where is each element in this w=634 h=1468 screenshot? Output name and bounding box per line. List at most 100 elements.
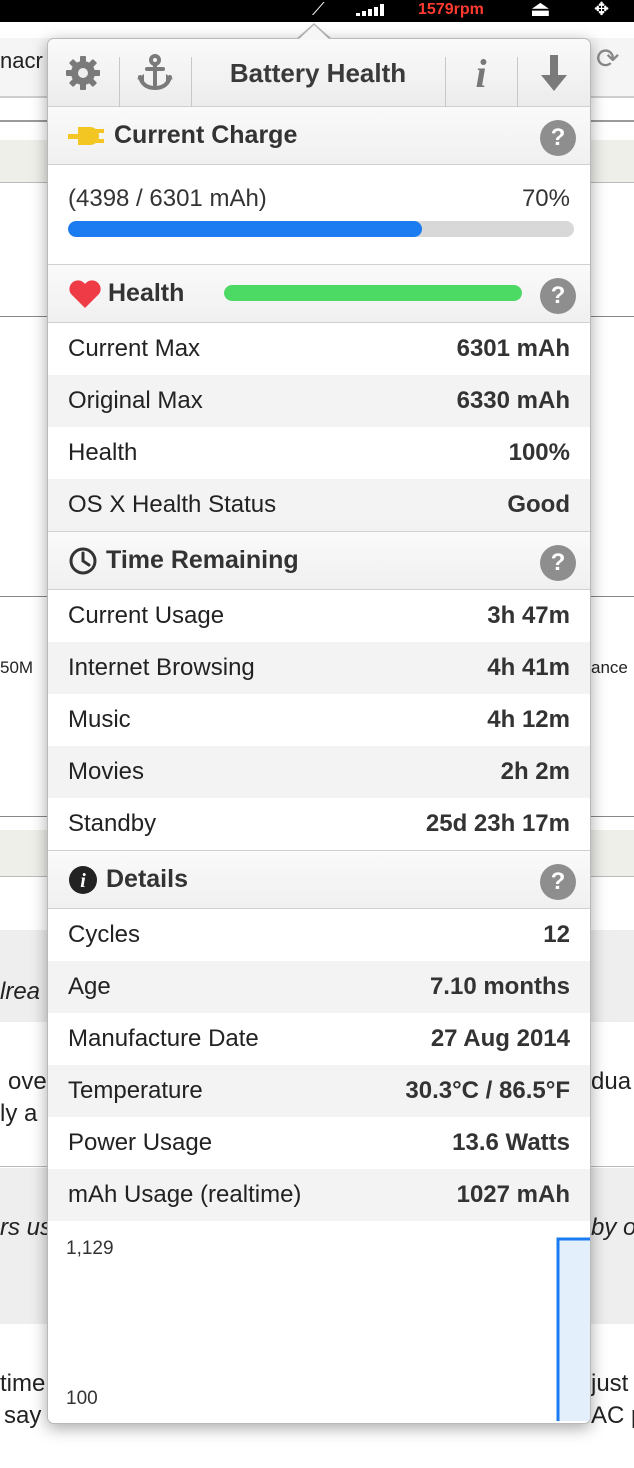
time-row-movies: Movies 2h 2m	[48, 746, 590, 798]
download-arrow-icon	[541, 55, 567, 91]
background-text-fragment: time	[0, 1370, 46, 1397]
menu-bar: ⟋ 1579rpm ⏏ ✥	[0, 0, 634, 22]
row-value: 3h 47m	[487, 602, 570, 629]
power-plug-icon	[68, 126, 104, 145]
charge-progress-bar	[68, 221, 574, 237]
section-title: Time Remaining	[106, 546, 299, 574]
row-label: Original Max	[68, 387, 203, 414]
background-text-fragment: ove	[8, 1068, 47, 1095]
row-label: Current Usage	[68, 602, 225, 629]
row-value: 30.3°C / 86.5°F	[405, 1077, 570, 1104]
row-label: Standby	[68, 810, 157, 837]
clock-icon	[69, 547, 97, 574]
row-value: 4h 41m	[487, 654, 570, 681]
menu-extra-icon-2[interactable]: ✥	[594, 0, 609, 18]
row-value: 25d 23h 17m	[425, 810, 570, 837]
time-remaining-rows: Current Usage 3h 47m Internet Browsing 4…	[48, 590, 590, 851]
help-button[interactable]: ?	[540, 864, 576, 900]
battery-health-popover: Battery Health i Current Charge ? (4398 …	[47, 38, 591, 1424]
row-value: 4h 12m	[487, 706, 570, 733]
menu-extra-icon[interactable]: ⟋	[312, 0, 325, 18]
chart-y-max-label: 1,129	[66, 1238, 114, 1259]
fan-rpm-readout[interactable]: 1579rpm	[418, 0, 484, 20]
row-value: 6301 mAh	[456, 335, 570, 362]
row-value: 13.6 Watts	[452, 1129, 570, 1156]
background-text-fragment: by o	[591, 1214, 634, 1241]
current-charge-header: Current Charge ?	[48, 107, 590, 165]
charge-progress-fill	[68, 221, 423, 237]
details-row-age: Age 7.10 months	[48, 961, 590, 1013]
settings-button[interactable]	[48, 39, 118, 107]
time-row-internet-browsing: Internet Browsing 4h 41m	[48, 642, 590, 694]
row-value: 7.10 months	[429, 973, 570, 1000]
details-row-mah-usage: mAh Usage (realtime) 1027 mAh	[48, 1169, 590, 1221]
row-label: Current Max	[68, 335, 201, 362]
info-button[interactable]: i	[446, 39, 516, 107]
section-title: Health	[108, 279, 185, 307]
help-button[interactable]: ?	[540, 120, 576, 156]
signal-bars-icon[interactable]	[356, 4, 390, 16]
details-row-cycles: Cycles 12	[48, 909, 590, 961]
charge-percent: 70%	[521, 185, 570, 212]
health-bar-fill	[224, 285, 522, 301]
time-remaining-header: Time Remaining ?	[48, 532, 590, 590]
row-label: Manufacture Date	[68, 1025, 259, 1052]
row-label: Power Usage	[68, 1129, 213, 1156]
chart-y-min-label: 100	[66, 1388, 98, 1409]
health-row-original-max: Original Max 6330 mAh	[48, 375, 590, 427]
details-row-temperature: Temperature 30.3°C / 86.5°F	[48, 1065, 590, 1117]
row-value: 6330 mAh	[456, 387, 570, 414]
details-row-power-usage: Power Usage 13.6 Watts	[48, 1117, 590, 1169]
help-button[interactable]: ?	[540, 278, 576, 314]
row-value: 1027 mAh	[456, 1181, 570, 1208]
usage-chart-plot	[556, 1237, 590, 1421]
background-text-fragment: say	[4, 1402, 42, 1429]
details-rows: Cycles 12 Age 7.10 months Manufacture Da…	[48, 909, 590, 1221]
mah-usage-chart: 1,129 100	[48, 1221, 590, 1421]
background-text-fragment: 50M	[0, 658, 34, 677]
health-header: Health ?	[48, 265, 590, 323]
heart-icon	[69, 279, 101, 308]
time-row-music: Music 4h 12m	[48, 694, 590, 746]
row-label: Movies	[68, 758, 145, 785]
row-value: 2h 2m	[500, 758, 570, 785]
health-row-os-status: OS X Health Status Good	[48, 479, 590, 531]
section-title: Current Charge	[114, 121, 298, 149]
current-charge-panel: (4398 / 6301 mAh) 70%	[48, 165, 590, 265]
background-text-fragment: ance	[591, 658, 628, 677]
row-label: mAh Usage (realtime)	[68, 1181, 302, 1208]
background-text-fragment: lrea	[0, 978, 41, 1005]
health-bar	[224, 285, 522, 301]
row-value: 100%	[508, 439, 570, 466]
section-title: Details	[106, 865, 188, 893]
row-value: Good	[507, 491, 570, 518]
info-circle-icon: i	[69, 865, 97, 894]
anchor-button[interactable]	[120, 39, 190, 107]
row-label: Internet Browsing	[68, 654, 255, 681]
background-text-fragment: just	[591, 1370, 629, 1397]
background-reload-icon: ⟳	[596, 43, 620, 74]
help-button[interactable]: ?	[540, 545, 576, 581]
background-text-fragment: rs us	[0, 1214, 53, 1241]
health-rows: Current Max 6301 mAh Original Max 6330 m…	[48, 323, 590, 532]
svg-text:i: i	[80, 870, 86, 892]
time-row-current-usage: Current Usage 3h 47m	[48, 590, 590, 642]
row-value: 27 Aug 2014	[430, 1025, 570, 1052]
background-text-fragment: ly a	[0, 1100, 38, 1127]
row-value: 12	[543, 921, 570, 948]
popover-arrow-inner	[298, 25, 330, 40]
info-icon: i	[475, 50, 487, 96]
popover-toolbar: Battery Health i	[48, 39, 590, 107]
row-label: Age	[68, 973, 111, 1000]
time-row-standby: Standby 25d 23h 17m	[48, 798, 590, 850]
health-row-health: Health 100%	[48, 427, 590, 479]
row-label: OS X Health Status	[68, 491, 277, 518]
row-label: Health	[68, 439, 138, 466]
eject-menu-icon[interactable]: ⏏	[530, 0, 551, 20]
row-label: Temperature	[68, 1077, 203, 1104]
usage-area	[558, 1239, 590, 1421]
anchor-icon	[137, 54, 173, 91]
background-text-fragment: dua	[591, 1068, 632, 1095]
download-button[interactable]	[518, 39, 590, 107]
gear-icon	[66, 56, 100, 90]
